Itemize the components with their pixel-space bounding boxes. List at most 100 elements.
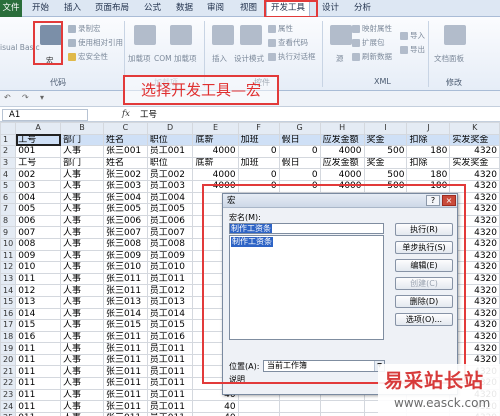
table-cell[interactable]: 0 bbox=[278, 168, 321, 181]
table-cell[interactable]: 员工013 bbox=[146, 295, 194, 309]
table-cell[interactable]: 加班 bbox=[237, 156, 280, 170]
table-cell[interactable]: 011 bbox=[15, 388, 62, 402]
table-cell[interactable]: 员工011 bbox=[146, 272, 194, 286]
table-cell[interactable]: 应发金额 bbox=[319, 156, 365, 170]
row-header[interactable]: 4 bbox=[0, 168, 17, 181]
row-header[interactable]: 6 bbox=[0, 191, 17, 205]
properties-button[interactable]: 属性 bbox=[268, 23, 293, 34]
table-cell[interactable] bbox=[278, 400, 321, 413]
table-cell[interactable]: 实发奖金 bbox=[449, 133, 500, 147]
table-cell[interactable]: 012 bbox=[15, 284, 62, 297]
com-addins-button[interactable]: COM 加载项 bbox=[154, 53, 197, 64]
table-cell[interactable]: 张三001 bbox=[102, 145, 148, 158]
table-cell[interactable]: 张三007 bbox=[102, 226, 148, 239]
table-cell[interactable]: 假日 bbox=[278, 156, 321, 170]
table-cell[interactable]: 014 bbox=[15, 307, 62, 321]
table-cell[interactable]: 001 bbox=[15, 145, 62, 158]
qat-dropdown-icon[interactable]: ▾ bbox=[40, 93, 44, 102]
table-cell[interactable]: 员工011 bbox=[146, 365, 194, 379]
table-cell[interactable]: 员工012 bbox=[146, 284, 194, 297]
table-cell[interactable]: 员工011 bbox=[146, 342, 194, 355]
select-all-corner[interactable] bbox=[0, 122, 17, 135]
row-header[interactable]: 5 bbox=[0, 179, 17, 193]
table-cell[interactable]: 张三013 bbox=[102, 295, 148, 309]
table-cell[interactable]: 应发金额 bbox=[319, 133, 365, 147]
table-cell[interactable]: 人事 bbox=[60, 307, 104, 321]
undo-icon[interactable]: ↶ bbox=[4, 93, 11, 102]
table-cell[interactable]: 张三011 bbox=[102, 365, 148, 379]
table-cell[interactable]: 007 bbox=[15, 226, 62, 239]
table-cell[interactable]: 40 bbox=[192, 400, 239, 413]
table-cell[interactable]: 姓名 bbox=[102, 133, 148, 147]
refresh-data-button[interactable]: 刷新数据 bbox=[352, 51, 392, 62]
tab-home[interactable]: 开始 bbox=[28, 2, 53, 17]
table-cell[interactable]: 010 bbox=[15, 261, 62, 274]
table-cell[interactable]: 员工001 bbox=[146, 145, 194, 158]
relative-reference-button[interactable]: 使用相对引用 bbox=[68, 37, 123, 48]
row-header[interactable]: 18 bbox=[0, 330, 17, 344]
table-cell[interactable]: 张三011 bbox=[102, 411, 148, 416]
row-header[interactable]: 11 bbox=[0, 249, 17, 263]
macro-security-button[interactable]: 宏安全性 bbox=[68, 51, 108, 62]
table-cell[interactable]: 扣除 bbox=[406, 133, 451, 147]
tab-review[interactable]: 审阅 bbox=[203, 2, 228, 17]
table-cell[interactable]: 011 bbox=[15, 400, 62, 413]
row-header[interactable]: 23 bbox=[0, 388, 17, 402]
table-cell[interactable]: 实发奖金 bbox=[449, 156, 500, 170]
row-header[interactable]: 16 bbox=[0, 307, 17, 321]
table-cell[interactable]: 加班 bbox=[237, 133, 280, 147]
row-header[interactable]: 13 bbox=[0, 272, 17, 286]
table-cell[interactable]: 0 bbox=[237, 145, 280, 158]
xml-export-button[interactable]: 导出 bbox=[400, 44, 425, 55]
table-cell[interactable]: 人事 bbox=[60, 353, 104, 367]
table-cell[interactable]: 奖金 bbox=[363, 156, 408, 170]
table-cell[interactable]: 员工006 bbox=[146, 214, 194, 228]
table-cell[interactable]: 人事 bbox=[60, 365, 104, 379]
column-header[interactable]: J bbox=[406, 122, 451, 135]
table-cell[interactable]: 011 bbox=[15, 353, 62, 367]
column-header[interactable]: H bbox=[319, 122, 365, 135]
table-cell[interactable]: 部门 bbox=[60, 133, 104, 147]
tab-file[interactable]: 文件 bbox=[0, 0, 22, 17]
table-cell[interactable]: 员工011 bbox=[146, 377, 194, 390]
table-cell[interactable]: 张三011 bbox=[102, 284, 148, 297]
column-header[interactable]: F bbox=[237, 122, 280, 135]
design-mode-button[interactable]: 设计模式 bbox=[234, 53, 264, 64]
record-macro-button[interactable]: 录制宏 bbox=[68, 23, 101, 34]
table-cell[interactable]: 004 bbox=[15, 191, 62, 205]
row-header[interactable]: 7 bbox=[0, 203, 17, 216]
table-cell[interactable]: 员工010 bbox=[146, 261, 194, 274]
table-cell[interactable]: 008 bbox=[15, 237, 62, 251]
table-cell[interactable]: 张三006 bbox=[102, 214, 148, 228]
tab-data[interactable]: 数据 bbox=[172, 2, 197, 17]
table-cell[interactable]: 底薪 bbox=[192, 156, 239, 170]
column-header[interactable]: I bbox=[363, 122, 408, 135]
row-header[interactable]: 9 bbox=[0, 226, 17, 239]
table-cell[interactable]: 员工015 bbox=[146, 319, 194, 332]
table-cell[interactable]: 002 bbox=[15, 168, 62, 181]
table-cell[interactable]: 500 bbox=[363, 145, 408, 158]
tab-analyze[interactable]: 分析 bbox=[350, 2, 375, 17]
table-cell[interactable]: 张三015 bbox=[102, 319, 148, 332]
table-cell[interactable]: 张三011 bbox=[102, 330, 148, 344]
row-header[interactable]: 21 bbox=[0, 365, 17, 379]
table-cell[interactable]: 员工011 bbox=[146, 411, 194, 416]
table-cell[interactable]: 4320 bbox=[449, 168, 500, 181]
table-cell[interactable]: 人事 bbox=[60, 226, 104, 239]
table-cell[interactable]: 人事 bbox=[60, 237, 104, 251]
table-cell[interactable]: 011 bbox=[15, 377, 62, 390]
table-cell[interactable]: 张三008 bbox=[102, 237, 148, 251]
table-cell[interactable]: 张三011 bbox=[102, 342, 148, 355]
table-cell[interactable]: 职位 bbox=[146, 156, 194, 170]
table-cell[interactable]: 员工002 bbox=[146, 168, 194, 181]
table-cell[interactable]: 张三010 bbox=[102, 261, 148, 274]
table-cell[interactable]: 员工007 bbox=[146, 226, 194, 239]
table-cell[interactable]: 人事 bbox=[60, 179, 104, 193]
table-cell[interactable]: 人事 bbox=[60, 168, 104, 181]
tab-formulas[interactable]: 公式 bbox=[140, 2, 165, 17]
table-cell[interactable]: 40 bbox=[192, 411, 239, 416]
table-cell[interactable]: 011 bbox=[15, 365, 62, 379]
table-cell[interactable]: 0 bbox=[278, 145, 321, 158]
row-header[interactable]: 22 bbox=[0, 377, 17, 390]
table-cell[interactable]: 180 bbox=[406, 145, 451, 158]
